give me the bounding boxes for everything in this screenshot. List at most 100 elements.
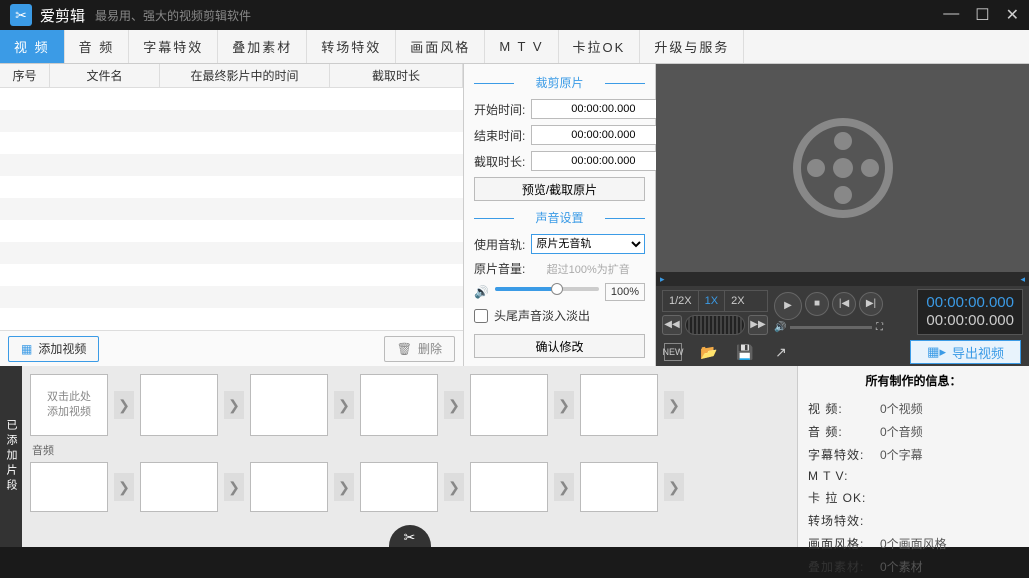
speaker-icon: 🔊: [774, 322, 786, 333]
forward-button[interactable]: ▶▶: [748, 315, 768, 335]
chevron-right-icon: ❯: [224, 473, 244, 501]
clip-len-input[interactable]: [531, 151, 675, 171]
info-row: 音 频:0个音频: [808, 420, 1019, 443]
add-video-button[interactable]: ▦ 添加视频: [8, 336, 99, 362]
sound-title: 声音设置: [474, 209, 645, 226]
preview-volume-slider[interactable]: [790, 326, 872, 329]
chevron-right-icon: ❯: [334, 473, 354, 501]
app-subtitle: 最易用、强大的视频剪辑软件: [95, 7, 251, 24]
file-list-header: 序号 文件名 在最终影片中的时间 截取时长: [0, 64, 463, 88]
mark-in-icon[interactable]: ▸: [660, 274, 665, 285]
open-icon[interactable]: 📂: [700, 343, 718, 361]
audio-track-label: 音频: [32, 442, 789, 458]
chevron-right-icon: ❯: [664, 473, 684, 501]
film-reel-icon: [793, 118, 893, 218]
crop-sound-panel: 裁剪原片 开始时间: 结束时间: 截取时长: 预览/截取原片 声音设置 使用音轨…: [464, 64, 656, 366]
info-row: 卡 拉 OK:: [808, 486, 1019, 509]
video-track[interactable]: 双击此处 添加视频 ❯ ❯ ❯ ❯ ❯ ❯: [30, 374, 789, 436]
start-time-input[interactable]: [531, 99, 675, 119]
info-row: 字幕特效:0个字幕: [808, 443, 1019, 466]
info-row: 画面风格:0个画面风格: [808, 532, 1019, 555]
tab-overlay[interactable]: 叠加素材: [218, 30, 307, 63]
scissors-button[interactable]: ✂: [389, 525, 431, 547]
app-title: 爱剪辑: [40, 5, 85, 26]
timeline-label: 已添加片段: [0, 366, 22, 547]
fade-checkbox[interactable]: 头尾声音淡入淡出: [474, 307, 645, 324]
prev-frame-button[interactable]: |◀: [832, 292, 856, 316]
jog-wheel[interactable]: [685, 315, 745, 335]
audio-slot[interactable]: [140, 462, 218, 512]
mark-out-icon[interactable]: ◂: [1020, 274, 1025, 285]
tab-video[interactable]: 视 频: [0, 30, 65, 63]
audio-slot[interactable]: [360, 462, 438, 512]
clip-slot[interactable]: [250, 374, 328, 436]
main-tabs: 视 频 音 频 字幕特效 叠加素材 转场特效 画面风格 M T V 卡拉OK 升…: [0, 30, 1029, 64]
file-list[interactable]: [0, 88, 463, 330]
app-logo-icon: ✂: [10, 4, 32, 26]
clip-slot[interactable]: [580, 374, 658, 436]
volume-slider[interactable]: [495, 287, 599, 291]
end-time-input[interactable]: [531, 125, 675, 145]
tab-subtitle[interactable]: 字幕特效: [129, 30, 218, 63]
clip-slot[interactable]: [140, 374, 218, 436]
info-row: 转场特效:: [808, 509, 1019, 532]
clip-slot[interactable]: [470, 374, 548, 436]
tab-mtv[interactable]: M T V: [485, 30, 558, 63]
tab-transition[interactable]: 转场特效: [307, 30, 396, 63]
preview-panel: ▸ ◂ 1/2X 1X 2X ◀◀ ▶▶ ▶ ■ |◀: [656, 64, 1029, 366]
clip-slot-add[interactable]: 双击此处 添加视频: [30, 374, 108, 436]
audio-slot[interactable]: [250, 462, 328, 512]
tab-karaoke[interactable]: 卡拉OK: [559, 30, 641, 63]
fullscreen-icon[interactable]: ⛶: [876, 322, 883, 333]
tab-style[interactable]: 画面风格: [396, 30, 485, 63]
info-panel: 所有制作的信息： 视 频:0个视频音 频:0个音频字幕特效:0个字幕M T V:…: [797, 366, 1029, 547]
tab-audio[interactable]: 音 频: [65, 30, 130, 63]
export-video-button[interactable]: ▦▸ 导出视频: [910, 340, 1021, 364]
info-title: 所有制作的信息：: [808, 372, 1019, 389]
export-icon: ▦▸: [927, 344, 946, 360]
next-frame-button[interactable]: ▶|: [859, 292, 883, 316]
info-row: 视 频:0个视频: [808, 397, 1019, 420]
chevron-right-icon: ❯: [554, 391, 574, 419]
chevron-right-icon: ❯: [224, 391, 244, 419]
chevron-right-icon: ❯: [554, 473, 574, 501]
col-time: 在最终影片中的时间: [160, 64, 330, 87]
col-cliplen: 截取时长: [330, 64, 463, 87]
chevron-right-icon: ❯: [114, 473, 134, 501]
speed-selector[interactable]: 1/2X 1X 2X: [662, 290, 768, 312]
stop-button[interactable]: ■: [805, 292, 829, 316]
new-icon[interactable]: NEW: [664, 343, 682, 361]
play-button[interactable]: ▶: [774, 292, 802, 320]
tab-upgrade[interactable]: 升级与服务: [640, 30, 744, 63]
chevron-right-icon: ❯: [334, 391, 354, 419]
crop-title: 裁剪原片: [474, 74, 645, 91]
audio-slot[interactable]: [30, 462, 108, 512]
save-icon[interactable]: 💾: [736, 343, 754, 361]
preview-cut-button[interactable]: 预览/截取原片: [474, 177, 645, 201]
maximize-button[interactable]: ☐: [975, 5, 989, 25]
audio-track-select[interactable]: 原片无音轨: [531, 234, 645, 254]
timecode-display: 00:00:00.000 00:00:00.000: [917, 289, 1023, 335]
audio-slot[interactable]: [580, 462, 658, 512]
minimize-button[interactable]: —: [943, 5, 959, 25]
trash-icon: 🗑: [397, 342, 412, 356]
col-seq: 序号: [0, 64, 50, 87]
confirm-button[interactable]: 确认修改: [474, 334, 645, 358]
film-icon: ▦: [21, 342, 32, 356]
seek-bar[interactable]: ▸ ◂: [656, 272, 1029, 286]
delete-button[interactable]: 🗑 删除: [384, 336, 455, 362]
audio-slot[interactable]: [470, 462, 548, 512]
clip-slot[interactable]: [360, 374, 438, 436]
info-row: M T V:: [808, 466, 1019, 486]
video-preview[interactable]: [656, 64, 1029, 272]
rewind-button[interactable]: ◀◀: [662, 315, 682, 335]
volume-icon: 🔊: [474, 285, 489, 299]
chevron-right-icon: ❯: [444, 391, 464, 419]
audio-track[interactable]: ❯ ❯ ❯ ❯ ❯ ❯: [30, 462, 789, 512]
action-bar: NEW 📂 💾 ↗ ▦▸ 导出视频: [656, 338, 1029, 366]
timeline-area: 双击此处 添加视频 ❯ ❯ ❯ ❯ ❯ ❯ 音频 ❯ ❯ ❯ ❯ ❯ ❯: [22, 366, 797, 547]
chevron-right-icon: ❯: [114, 391, 134, 419]
share-icon[interactable]: ↗: [772, 343, 790, 361]
title-bar: ✂ 爱剪辑 最易用、强大的视频剪辑软件 — ☐ ✕: [0, 0, 1029, 30]
close-button[interactable]: ✕: [1006, 5, 1019, 25]
